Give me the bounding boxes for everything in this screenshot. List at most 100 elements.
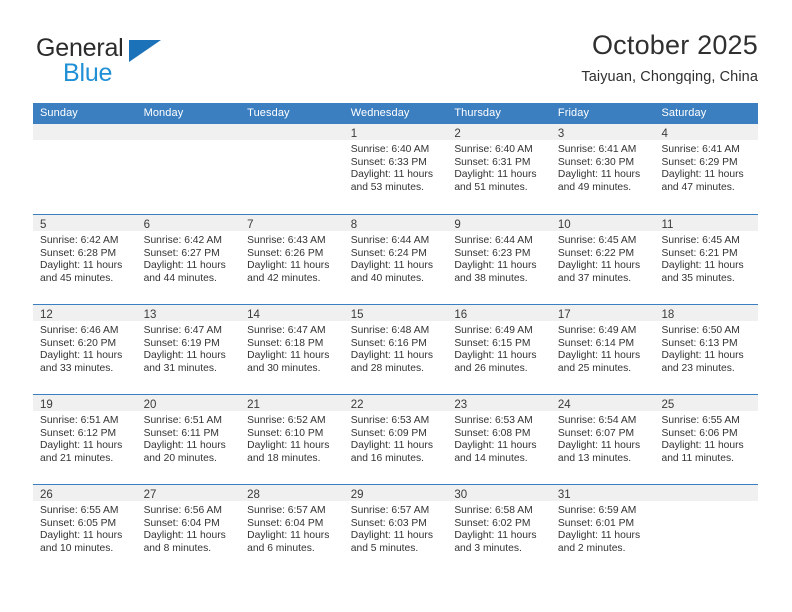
calendar-week-row: 12 Sunrise: 6:46 AM Sunset: 6:20 PM Dayli… <box>33 304 759 394</box>
sun-times-text: Sunrise: 6:42 AM Sunset: 6:28 PM Dayligh… <box>40 235 123 284</box>
day-number-strip: 11 <box>654 215 759 231</box>
day-number: 26 <box>40 489 53 501</box>
weekday-header-tuesday: Tuesday <box>247 107 290 119</box>
day-number: 18 <box>661 309 675 321</box>
calendar-day-cell-empty <box>240 124 344 214</box>
day-number-strip: 21 <box>240 395 344 411</box>
calendar-day-cell[interactable]: 23 Sunrise: 6:53 AM Sunset: 6:08 PM Dayli… <box>447 395 551 484</box>
day-number: 3 <box>557 128 565 140</box>
calendar-day-cell[interactable]: 21 Sunrise: 6:52 AM Sunset: 6:10 PM Dayli… <box>240 395 344 484</box>
calendar-day-cell[interactable]: 3 Sunrise: 6:41 AM Sunset: 6:30 PM Daylig… <box>550 124 655 214</box>
calendar-day-cell[interactable]: 11 Sunrise: 6:45 AM Sunset: 6:21 PM Dayli… <box>654 215 759 304</box>
day-number-strip: 2 <box>447 124 551 140</box>
sun-times-text: Sunrise: 6:47 AM Sunset: 6:18 PM Dayligh… <box>247 325 330 374</box>
calendar-day-cell[interactable]: 28 Sunrise: 6:57 AM Sunset: 6:04 PM Dayli… <box>240 485 344 574</box>
calendar-day-cell[interactable]: 18 Sunrise: 6:50 AM Sunset: 6:13 PM Dayli… <box>654 305 759 394</box>
sun-times-text: Sunrise: 6:49 AM Sunset: 6:15 PM Dayligh… <box>454 325 537 374</box>
day-number: 13 <box>143 309 157 321</box>
calendar-day-cell[interactable]: 2 Sunrise: 6:40 AM Sunset: 6:31 PM Daylig… <box>447 124 551 214</box>
page-title: October 2025 <box>591 30 758 60</box>
sun-times-text: Sunrise: 6:41 AM Sunset: 6:29 PM Dayligh… <box>661 144 744 193</box>
day-number: 21 <box>247 399 260 411</box>
calendar-day-cell[interactable]: 13 Sunrise: 6:47 AM Sunset: 6:19 PM Dayli… <box>136 305 241 394</box>
sun-times-text: Sunrise: 6:55 AM Sunset: 6:05 PM Dayligh… <box>40 505 123 554</box>
calendar-day-cell-empty <box>136 124 241 214</box>
day-number-strip: 14 <box>240 305 344 321</box>
day-number-strip: 16 <box>447 305 551 321</box>
calendar-day-cell[interactable]: 19 Sunrise: 6:51 AM Sunset: 6:12 PM Dayli… <box>33 395 137 484</box>
sun-times-text: Sunrise: 6:45 AM Sunset: 6:21 PM Dayligh… <box>661 235 744 284</box>
day-number: 15 <box>350 309 364 321</box>
day-number: 12 <box>40 309 53 321</box>
day-number: 24 <box>557 399 571 411</box>
calendar-day-cell[interactable]: 22 Sunrise: 6:53 AM Sunset: 6:09 PM Dayli… <box>343 395 448 484</box>
calendar-day-cell[interactable]: 4 Sunrise: 6:41 AM Sunset: 6:29 PM Daylig… <box>654 124 759 214</box>
sun-times-text: Sunrise: 6:50 AM Sunset: 6:13 PM Dayligh… <box>661 325 744 374</box>
day-number-strip: 22 <box>343 395 448 411</box>
day-number-strip: 20 <box>136 395 241 411</box>
day-number: 16 <box>454 309 468 321</box>
calendar-day-cell[interactable]: 9 Sunrise: 6:44 AM Sunset: 6:23 PM Daylig… <box>447 215 551 304</box>
day-number-strip <box>33 124 137 140</box>
calendar-day-cell[interactable]: 30 Sunrise: 6:58 AM Sunset: 6:02 PM Dayli… <box>447 485 551 574</box>
day-number: 23 <box>454 399 468 411</box>
calendar-day-cell[interactable]: 5 Sunrise: 6:42 AM Sunset: 6:28 PM Daylig… <box>33 215 137 304</box>
weekday-header-row: Sunday Monday Tuesday Wednesday Thursday… <box>33 103 758 124</box>
calendar-week-row: 5 Sunrise: 6:42 AM Sunset: 6:28 PM Daylig… <box>33 214 759 304</box>
triangle-icon <box>129 40 161 62</box>
sun-times-text: Sunrise: 6:53 AM Sunset: 6:09 PM Dayligh… <box>350 415 433 464</box>
day-number: 31 <box>557 489 571 501</box>
day-number-strip: 8 <box>343 215 448 231</box>
day-number: 22 <box>350 399 364 411</box>
calendar-week-row: 26 Sunrise: 6:55 AM Sunset: 6:05 PM Dayli… <box>33 484 759 574</box>
calendar-day-cell[interactable]: 29 Sunrise: 6:57 AM Sunset: 6:03 PM Dayli… <box>343 485 448 574</box>
day-number-strip: 10 <box>550 215 655 231</box>
calendar-day-cell[interactable]: 31 Sunrise: 6:59 AM Sunset: 6:01 PM Dayli… <box>550 485 655 574</box>
calendar-day-cell[interactable]: 1 Sunrise: 6:40 AM Sunset: 6:33 PM Daylig… <box>343 124 448 214</box>
calendar-day-cell[interactable]: 27 Sunrise: 6:56 AM Sunset: 6:04 PM Dayli… <box>136 485 241 574</box>
calendar-day-cell[interactable]: 7 Sunrise: 6:43 AM Sunset: 6:26 PM Daylig… <box>240 215 344 304</box>
calendar-day-cell[interactable]: 26 Sunrise: 6:55 AM Sunset: 6:05 PM Dayli… <box>33 485 137 574</box>
sun-times-text: Sunrise: 6:44 AM Sunset: 6:23 PM Dayligh… <box>454 235 537 284</box>
day-number-strip: 28 <box>240 485 344 501</box>
sun-times-text: Sunrise: 6:44 AM Sunset: 6:24 PM Dayligh… <box>350 235 433 284</box>
day-number: 25 <box>661 399 675 411</box>
day-number: 29 <box>350 489 364 501</box>
calendar-day-cell[interactable]: 16 Sunrise: 6:49 AM Sunset: 6:15 PM Dayli… <box>447 305 551 394</box>
sun-times-text: Sunrise: 6:47 AM Sunset: 6:19 PM Dayligh… <box>143 325 226 374</box>
day-number: 4 <box>661 128 668 140</box>
day-number-strip: 5 <box>33 215 137 231</box>
page-subtitle: Taiyuan, Chongqing, China <box>581 69 758 85</box>
sun-times-text: Sunrise: 6:49 AM Sunset: 6:14 PM Dayligh… <box>557 325 641 374</box>
calendar-day-cell[interactable]: 25 Sunrise: 6:55 AM Sunset: 6:06 PM Dayli… <box>654 395 759 484</box>
day-number: 14 <box>247 309 260 321</box>
calendar-day-cell[interactable]: 15 Sunrise: 6:48 AM Sunset: 6:16 PM Dayli… <box>343 305 448 394</box>
weekday-header-wednesday: Wednesday <box>350 107 410 119</box>
day-number-strip: 23 <box>447 395 551 411</box>
day-number: 28 <box>247 489 260 501</box>
calendar-day-cell[interactable]: 24 Sunrise: 6:54 AM Sunset: 6:07 PM Dayli… <box>550 395 655 484</box>
sun-times-text: Sunrise: 6:40 AM Sunset: 6:31 PM Dayligh… <box>454 144 537 193</box>
calendar-day-cell[interactable]: 8 Sunrise: 6:44 AM Sunset: 6:24 PM Daylig… <box>343 215 448 304</box>
calendar-day-cell[interactable]: 14 Sunrise: 6:47 AM Sunset: 6:18 PM Dayli… <box>240 305 344 394</box>
day-number: 17 <box>557 309 571 321</box>
day-number: 2 <box>454 128 461 140</box>
weekday-header-monday: Monday <box>143 107 184 119</box>
calendar-day-cell[interactable]: 6 Sunrise: 6:42 AM Sunset: 6:27 PM Daylig… <box>136 215 241 304</box>
calendar-day-cell[interactable]: 10 Sunrise: 6:45 AM Sunset: 6:22 PM Dayli… <box>550 215 655 304</box>
calendar-day-cell[interactable]: 12 Sunrise: 6:46 AM Sunset: 6:20 PM Dayli… <box>33 305 137 394</box>
day-number: 10 <box>557 219 571 231</box>
calendar-day-cell[interactable]: 20 Sunrise: 6:51 AM Sunset: 6:11 PM Dayli… <box>136 395 241 484</box>
day-number-strip <box>654 485 759 501</box>
calendar-day-cell[interactable]: 17 Sunrise: 6:49 AM Sunset: 6:14 PM Dayli… <box>550 305 655 394</box>
sun-times-text: Sunrise: 6:51 AM Sunset: 6:12 PM Dayligh… <box>40 415 123 464</box>
sun-times-text: Sunrise: 6:46 AM Sunset: 6:20 PM Dayligh… <box>40 325 123 374</box>
generalblue-logo[interactable]: General Blue <box>33 34 243 92</box>
sun-times-text: Sunrise: 6:57 AM Sunset: 6:04 PM Dayligh… <box>247 505 330 554</box>
day-number: 6 <box>143 219 150 231</box>
day-number-strip <box>136 124 241 140</box>
calendar-week-row: 19 Sunrise: 6:51 AM Sunset: 6:12 PM Dayli… <box>33 394 759 484</box>
day-number-strip: 12 <box>33 305 137 321</box>
day-number: 27 <box>143 489 157 501</box>
day-number: 7 <box>247 219 254 231</box>
